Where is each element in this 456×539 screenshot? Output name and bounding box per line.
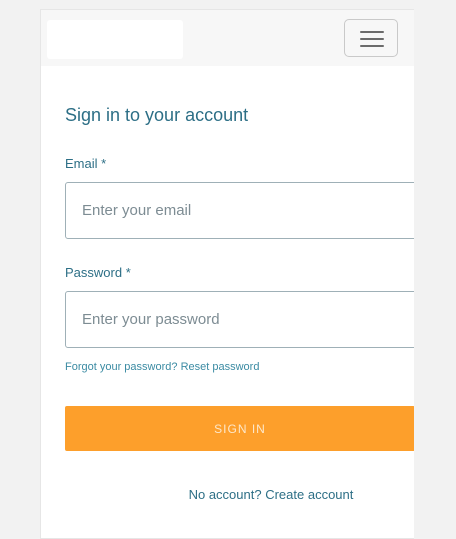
menu-toggle-button[interactable]	[344, 19, 398, 57]
page-title: Sign in to your account	[65, 105, 249, 125]
sign-in-button[interactable]: SIGN IN	[65, 406, 414, 451]
hamburger-menu-icon	[360, 31, 384, 33]
email-label-text: Email	[65, 156, 98, 171]
logo[interactable]	[47, 20, 183, 59]
email-label: Email *	[65, 156, 106, 171]
password-label-text: Password	[65, 265, 123, 280]
required-marker: *	[125, 265, 131, 280]
forgot-password-line: Forgot your password? Reset password	[65, 361, 259, 373]
create-account-line: No account? Create account	[41, 487, 414, 502]
hamburger-menu-icon	[360, 45, 384, 47]
no-account-text: No account?	[188, 487, 262, 502]
reset-password-link[interactable]: Reset password	[181, 361, 260, 373]
email-field[interactable]	[65, 182, 414, 239]
create-account-link[interactable]: Create account	[265, 487, 353, 502]
password-field[interactable]	[65, 291, 414, 348]
navbar	[41, 10, 414, 66]
forgot-password-text: Forgot your password?	[65, 361, 178, 373]
signin-card: Sign in to your account Email * Password…	[40, 9, 414, 539]
required-marker: *	[101, 156, 107, 171]
password-label: Password *	[65, 265, 131, 280]
hamburger-menu-icon	[360, 38, 384, 40]
